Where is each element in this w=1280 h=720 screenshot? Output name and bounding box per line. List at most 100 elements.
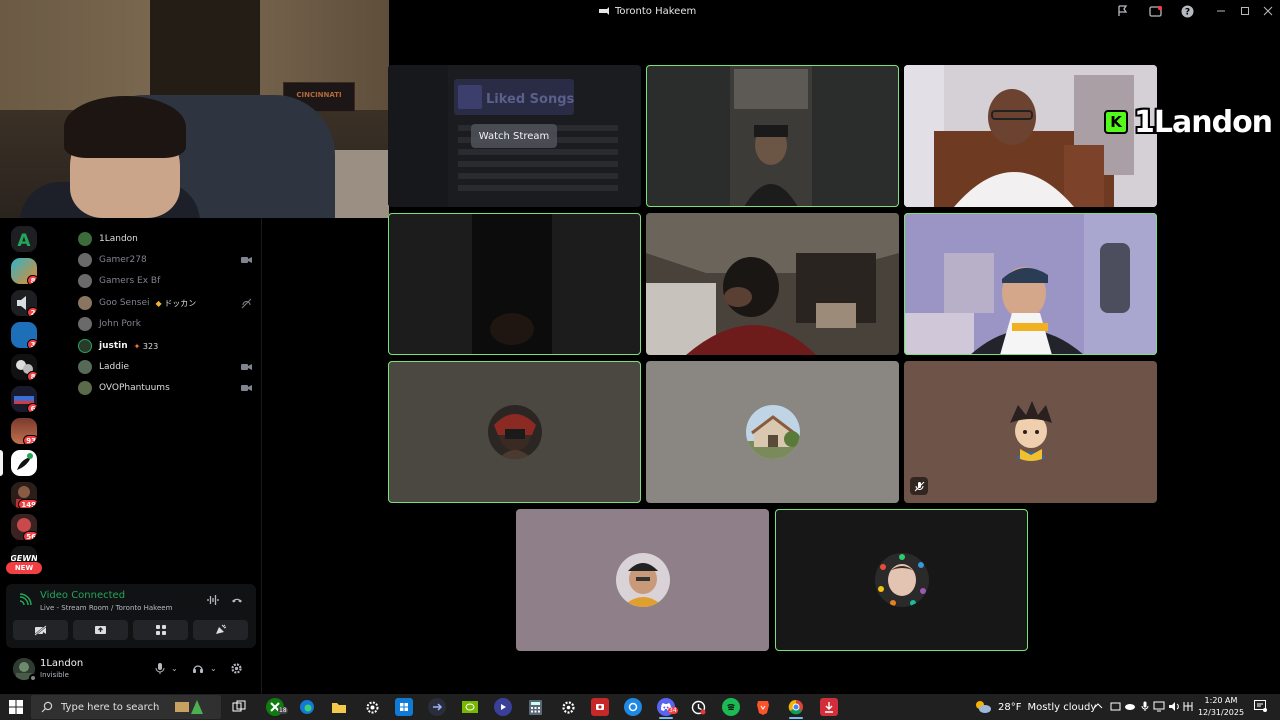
server-4[interactable]: 8: [11, 354, 37, 380]
server-badge: 6: [27, 403, 37, 412]
inbox-icon[interactable]: [1147, 3, 1163, 19]
muted-mic-icon: [910, 477, 928, 495]
flag-icon[interactable]: [1115, 3, 1131, 19]
kick-logo-icon: K: [1104, 110, 1128, 134]
network-icon[interactable]: [1153, 700, 1165, 712]
user-panel: 1Landon Invisible ⌄ ⌄: [6, 654, 256, 686]
member-item[interactable]: Goo Sensei ◆ ドッカン: [78, 294, 258, 312]
server-badge: 2: [27, 307, 37, 316]
maximize-button[interactable]: [1240, 2, 1250, 20]
avatar-tile[interactable]: [646, 361, 899, 503]
voice-channel-name[interactable]: Live - Stream Room / Toronto Hakeem: [40, 604, 172, 612]
voice-status-title[interactable]: Video Connected: [40, 590, 125, 601]
member-item[interactable]: 1Landon: [78, 230, 258, 248]
clock-app-icon[interactable]: [689, 698, 707, 716]
soundboard-button[interactable]: [193, 620, 248, 640]
participant-avatar: [746, 405, 800, 459]
disconnect-icon[interactable]: [230, 593, 244, 607]
server-9[interactable]: 56: [11, 514, 37, 540]
watch-stream-button[interactable]: Watch Stream: [471, 124, 557, 148]
notifications-icon[interactable]: [1253, 700, 1267, 712]
member-item[interactable]: Gamers Ex Bf: [78, 272, 258, 290]
avatar-tile[interactable]: [775, 509, 1028, 651]
help-icon[interactable]: ?: [1179, 3, 1195, 19]
xbox-icon[interactable]: 18: [266, 698, 288, 716]
discord-icon[interactable]: 34: [657, 698, 678, 716]
taskbar-clock[interactable]: 1:20 AM 12/31/2025: [1196, 695, 1246, 719]
vpn-icon[interactable]: [624, 698, 642, 716]
new-servers-badge[interactable]: NEW: [6, 562, 42, 574]
user-name[interactable]: 1Landon: [40, 658, 83, 669]
share-screen-button[interactable]: [73, 620, 128, 640]
task-view-icon[interactable]: [230, 698, 248, 716]
nvidia-icon[interactable]: [461, 698, 479, 716]
deafen-button[interactable]: ⌄: [192, 660, 217, 676]
server-badge: 8: [27, 275, 37, 284]
server-1[interactable]: 8: [11, 258, 37, 284]
edge-icon[interactable]: [298, 698, 316, 716]
participant-video: [646, 65, 899, 207]
user-status: Invisible: [40, 671, 69, 679]
onedrive-icon[interactable]: [1124, 700, 1136, 712]
server-a[interactable]: A: [11, 226, 37, 252]
title-actions: ?: [1115, 3, 1195, 19]
media-app-icon[interactable]: [428, 698, 446, 716]
member-item[interactable]: OVOPhantuums: [78, 379, 258, 397]
server-6[interactable]: 93: [11, 418, 37, 444]
tray-app-icon[interactable]: [1109, 700, 1121, 712]
avatar-tile[interactable]: [904, 361, 1157, 503]
server-5[interactable]: 6: [11, 386, 37, 412]
spotify-icon[interactable]: [722, 698, 740, 716]
recorder-icon[interactable]: [591, 698, 609, 716]
stream-tile[interactable]: Liked Songs Watch Stream: [388, 65, 641, 207]
close-button[interactable]: [1263, 2, 1273, 20]
taskbar-search[interactable]: Type here to search: [31, 695, 221, 719]
settings-button[interactable]: [230, 660, 243, 676]
window-title-text: Toronto Hakeem: [615, 5, 697, 17]
server-3[interactable]: 3: [11, 322, 37, 348]
microphone-tray-icon[interactable]: [1139, 700, 1151, 712]
windows-start-icon[interactable]: [9, 700, 23, 714]
noise-suppression-icon[interactable]: [206, 593, 220, 607]
download-app-icon[interactable]: [820, 698, 838, 716]
server-7[interactable]: [11, 450, 37, 476]
calculator-icon[interactable]: [526, 698, 544, 716]
avatar-tile[interactable]: [516, 509, 769, 651]
chevron-down-icon: ⌄: [210, 663, 217, 673]
brave-icon[interactable]: [754, 698, 772, 716]
member-item[interactable]: justin ✦ 323: [78, 337, 258, 355]
play-app-icon[interactable]: [494, 698, 512, 716]
video-tile[interactable]: [646, 213, 899, 355]
video-tile[interactable]: [904, 213, 1157, 355]
video-tile[interactable]: [646, 65, 899, 207]
member-item[interactable]: John Pork: [78, 315, 258, 333]
svg-text:A: A: [17, 231, 31, 251]
connection-signal-icon[interactable]: [18, 593, 32, 607]
server-badge: 56: [23, 531, 37, 540]
chevron-up-icon[interactable]: [1092, 700, 1104, 712]
chrome-icon[interactable]: [787, 698, 805, 716]
activities-button[interactable]: [133, 620, 188, 640]
volume-icon[interactable]: [1168, 700, 1180, 712]
keyboard-lang-icon[interactable]: [1182, 700, 1194, 712]
camera-off-button[interactable]: [13, 620, 68, 640]
gear-taskbar-icon[interactable]: [559, 698, 577, 716]
avatar: [78, 317, 92, 331]
mute-button[interactable]: ⌄: [155, 660, 178, 676]
video-tile[interactable]: [388, 213, 641, 355]
server-8[interactable]: 149: [11, 482, 37, 508]
member-item[interactable]: Gamer278: [78, 251, 258, 269]
settings-taskbar-icon[interactable]: [363, 698, 381, 716]
avatar-tile[interactable]: [388, 361, 641, 503]
minimize-button[interactable]: [1216, 2, 1226, 20]
member-name: 1Landon: [99, 234, 138, 244]
store-icon[interactable]: [395, 698, 413, 716]
member-name: John Pork: [99, 319, 141, 329]
file-explorer-icon[interactable]: [330, 698, 348, 716]
member-item[interactable]: Laddie: [78, 358, 258, 376]
server-2[interactable]: 2: [11, 290, 37, 316]
cloudy-icon: [976, 701, 991, 713]
participant-video: [646, 213, 899, 355]
weather-widget[interactable]: 28°F Mostly cloudy: [974, 698, 1096, 716]
member-name: justin: [99, 341, 128, 351]
